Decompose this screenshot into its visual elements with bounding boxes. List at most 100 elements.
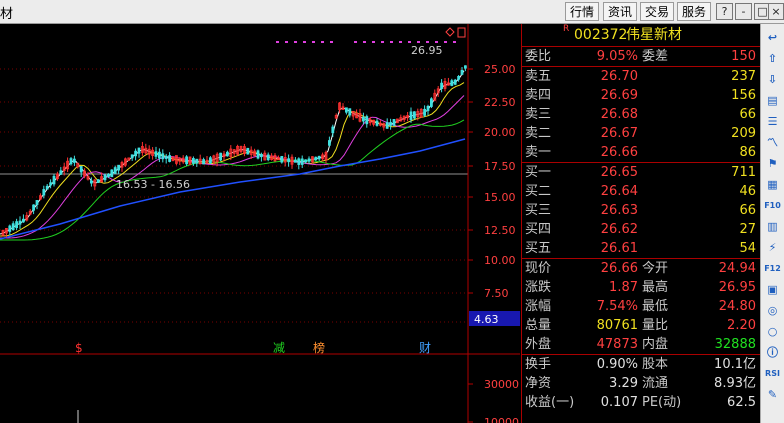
candle-body [280,155,284,163]
flag-icon[interactable]: ⚑ [764,156,781,172]
buy-row[interactable]: 买三 26.63 66 [522,201,760,220]
axis-label: 20.00 [484,126,516,139]
candle-body [69,158,73,165]
candle-body [225,151,229,157]
buy-label: 买四 [525,222,552,237]
candle-body [161,153,165,160]
lightning-icon[interactable]: ⚡ [764,240,781,256]
tools-icon[interactable]: ✎ [764,387,781,403]
candle-body [426,105,430,112]
window-icon [457,27,466,38]
sell-row[interactable]: 卖二 26.67 209 [522,124,760,143]
event-tag[interactable]: $ [75,341,83,355]
sell-row[interactable]: 卖一 26.66 86 [522,143,760,162]
f12-icon[interactable]: F12 [764,261,781,277]
service-button[interactable]: 服务 [677,2,711,21]
fund-label: 净资 [525,376,552,391]
candle-body [49,182,52,186]
event-tag[interactable]: 榜 [313,340,325,355]
stat-value: 26.66 [600,261,638,276]
fund-label: PE(动) [642,395,682,410]
f10-circle-icon[interactable]: ◎ [764,303,781,319]
stat-label: 总量 [525,318,552,333]
candle-body [96,179,100,184]
candle-body [453,79,457,85]
event-tags: $ 减 榜 财 [75,340,431,355]
candle-body [307,158,311,162]
candlesticks [1,65,467,238]
fund-value: 0.90% [596,357,638,372]
chart-icon[interactable]: ▣ [764,282,781,298]
stat-value: 47873 [596,337,638,352]
minimize-button[interactable]: - [735,3,752,20]
help-button[interactable]: ? [716,3,733,20]
sell-volume: 156 [731,88,756,103]
sell-row[interactable]: 卖五 26.70 237 [522,67,760,86]
event-tag[interactable]: 减 [273,341,285,355]
list-icon[interactable]: ☰ [764,114,781,130]
sell-row[interactable]: 卖四 26.69 156 [522,86,760,105]
report-icon[interactable]: ▤ [764,93,781,109]
buy-row[interactable]: 买五 26.61 54 [522,239,760,258]
candle-body [423,108,427,116]
axis-label: 22.50 [484,96,516,109]
buy-volume: 54 [739,241,756,256]
sell-row[interactable]: 卖三 26.68 66 [522,105,760,124]
market-button[interactable]: 行情 [565,2,599,21]
fund-row: 换手 0.90% 股本 10.1亿 [522,355,760,374]
candle-body [219,152,223,161]
buy-row[interactable]: 买四 26.62 27 [522,220,760,239]
buy-row[interactable]: 买二 26.64 46 [522,182,760,201]
f10-doc-icon[interactable]: ▥ [764,219,781,235]
kline-chart[interactable]: 26.95 16.53 - 16.56 25.00 22.50 20.00 17.50… [0,24,520,423]
stat-row: 总量 80761 量比 2.20 [522,316,760,335]
stat-value: 7.54% [596,299,638,314]
candle-body [164,155,168,159]
fund-value: 0.107 [600,395,638,410]
candle-body [117,164,120,171]
rsi-icon[interactable]: RSI [764,366,781,382]
close-button[interactable]: × [768,3,784,20]
current-value-label: 4.63 [474,313,499,326]
fund-value: 62.5 [727,395,756,410]
fund-label: 换手 [525,357,552,372]
stat-label: 最高 [642,280,669,295]
trend-icon[interactable]: 〽 [764,135,781,151]
candle-body [137,147,141,154]
candle-body [103,174,107,181]
stock-header: R 002372 伟星新材 [522,24,760,46]
up-arrow-icon[interactable]: ⇧ [764,51,781,67]
weibi-label: 委比 [525,49,552,64]
candle-body [409,111,413,120]
candle-body [21,218,25,223]
candle-body [130,154,134,159]
sell-label: 卖四 [525,88,552,103]
candle-body [385,122,389,129]
stat-value: 24.80 [718,299,756,314]
stock-name: 伟星新材 [626,27,682,43]
buy-label: 买三 [525,203,552,218]
down-arrow-icon[interactable]: ⇩ [764,72,781,88]
news-button[interactable]: 资讯 [603,2,637,21]
candle-body [256,150,260,159]
info-icon[interactable]: ⓘ [764,345,781,361]
back-icon[interactable]: ↩ [764,30,781,46]
circle-icon[interactable]: ○ [764,324,781,340]
buy-row[interactable]: 买一 26.65 711 [522,163,760,182]
ma10-line [0,82,465,237]
sell-volume: 209 [731,126,756,141]
f10-icon[interactable]: F10 [764,198,781,214]
ma20-line [0,95,465,239]
candle-body [293,159,297,163]
stat-label: 涨跌 [525,280,552,295]
candle-body [208,157,212,164]
axis-label: 10.00 [484,254,516,267]
candle-body [344,107,348,113]
candle-body [8,225,12,232]
event-tag[interactable]: 财 [419,341,431,355]
trade-button[interactable]: 交易 [640,2,674,21]
sell-price: 26.68 [600,107,638,122]
table-icon[interactable]: ▦ [764,177,781,193]
sell-book: 卖五 26.70 237 卖四 26.69 156 卖三 26.68 66 卖二 26.67 209 卖… [522,67,760,162]
candle-body [79,166,83,173]
